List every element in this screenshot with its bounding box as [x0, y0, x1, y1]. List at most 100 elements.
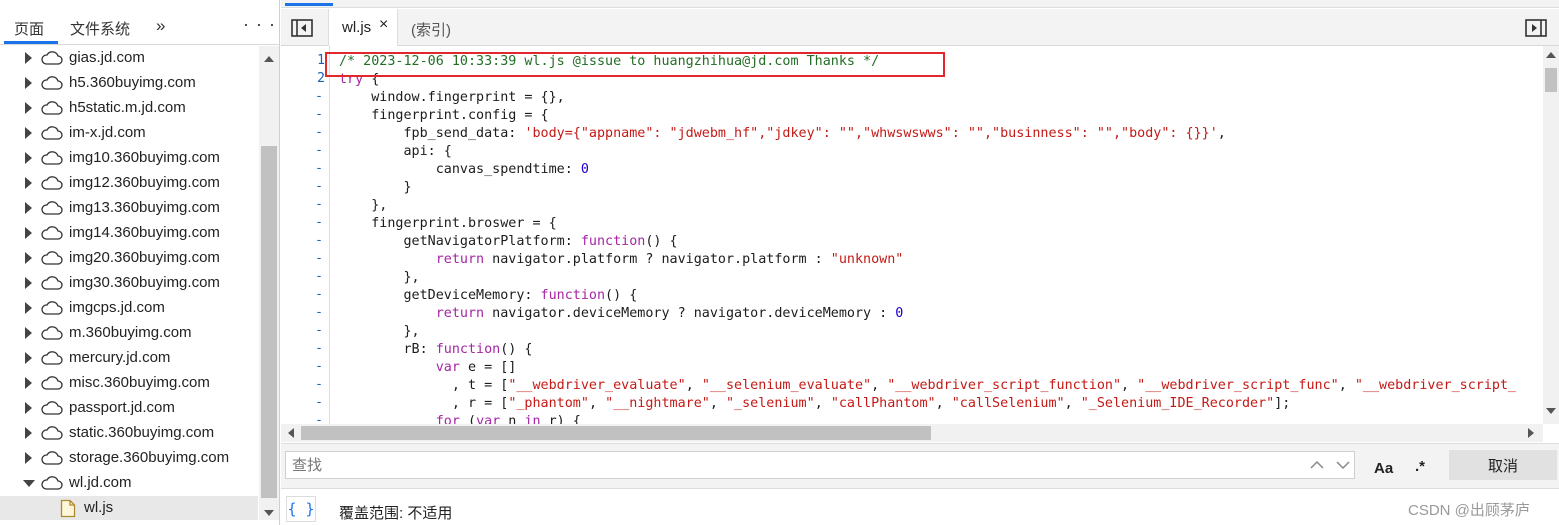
scrollbar-thumb[interactable] [301, 426, 931, 440]
line-marker: - [315, 197, 323, 212]
editor-vertical-scrollbar[interactable] [1543, 46, 1559, 424]
tree-item-label: h5.360buyimg.com [69, 74, 196, 91]
tree-item-domain[interactable]: static.360buyimg.com [0, 421, 258, 446]
cancel-button[interactable]: 取消 [1449, 450, 1557, 480]
search-bar: Aa .* 取消 [281, 443, 1559, 489]
collapsed-arrow-icon[interactable] [25, 77, 32, 89]
code-line: api: { [339, 144, 452, 159]
line-marker: - [315, 161, 323, 176]
collapsed-arrow-icon[interactable] [25, 427, 32, 439]
collapsed-arrow-icon[interactable] [25, 277, 32, 289]
line-marker: - [315, 107, 323, 122]
tree-item-domain[interactable]: storage.360buyimg.com [0, 446, 258, 471]
annotation-highlight-box [325, 52, 945, 77]
collapsed-arrow-icon[interactable] [25, 227, 32, 239]
cloud-icon [41, 450, 63, 470]
collapsed-arrow-icon[interactable] [25, 152, 32, 164]
tree-item-domain[interactable]: img10.360buyimg.com [0, 146, 258, 171]
tree-item-domain[interactable]: passport.jd.com [0, 396, 258, 421]
tree-item-label: imgcps.jd.com [69, 299, 165, 316]
line-marker: - [315, 233, 323, 248]
line-marker: - [315, 287, 323, 302]
tab-index[interactable]: (索引) [411, 19, 451, 40]
tab-wl-js[interactable]: wl.js × [328, 9, 398, 46]
code-line: } [339, 180, 412, 195]
scroll-down-arrow-icon[interactable] [264, 510, 274, 516]
tree-item-domain[interactable]: img13.360buyimg.com [0, 196, 258, 221]
code-line: , t = ["__webdriver_evaluate", "__seleni… [339, 378, 1517, 393]
code-line: }, [339, 198, 388, 213]
collapsed-arrow-icon[interactable] [25, 302, 32, 314]
line-marker: - [315, 215, 323, 230]
tree-item-domain[interactable]: imgcps.jd.com [0, 296, 258, 321]
collapsed-arrow-icon[interactable] [25, 177, 32, 189]
collapsed-arrow-icon[interactable] [25, 52, 32, 64]
scroll-up-arrow-icon[interactable] [264, 56, 274, 62]
tree-item-domain[interactable]: img30.360buyimg.com [0, 271, 258, 296]
pretty-print-button[interactable]: { } [286, 496, 316, 522]
code-editor[interactable]: 1 2 - - - - - - - - - - - - - - - - - - - /* 2023-12-06 10… [281, 46, 1543, 424]
match-case-button[interactable]: Aa [1374, 460, 1393, 477]
cloud-icon [41, 225, 63, 245]
scrollbar-thumb[interactable] [1545, 68, 1557, 92]
tree-item-label: static.360buyimg.com [69, 424, 215, 441]
code-line: }, [339, 270, 420, 285]
active-tab-indicator [4, 41, 58, 44]
more-tabs-chevron-icon[interactable]: » [156, 16, 165, 36]
line-marker: - [315, 305, 323, 320]
search-previous-icon[interactable] [1307, 458, 1327, 472]
toggle-debugger-icon[interactable] [1525, 19, 1547, 37]
more-menu-icon[interactable]: · · · [243, 14, 276, 35]
close-icon[interactable]: × [379, 16, 388, 34]
collapsed-arrow-icon[interactable] [25, 127, 32, 139]
tree-item-domain[interactable]: h5.360buyimg.com [0, 71, 258, 96]
tree-item-domain[interactable]: h5static.m.jd.com [0, 96, 258, 121]
collapsed-arrow-icon[interactable] [25, 402, 32, 414]
toggle-navigator-icon[interactable] [291, 19, 313, 37]
tree-item-domain[interactable]: img20.360buyimg.com [0, 246, 258, 271]
tree-item-label: img30.360buyimg.com [69, 274, 220, 291]
scroll-right-arrow-icon[interactable] [1528, 428, 1534, 438]
code-line: return navigator.deviceMemory ? navigato… [435, 306, 904, 321]
code-line: fpb_send_data: 'body={"appname": "jdwebm… [339, 126, 1226, 141]
editor-horizontal-scrollbar[interactable] [281, 424, 1543, 442]
navigator-panel: 页面 文件系统 » · · · gias.jd.com h5.360buyimg.… [0, 0, 280, 525]
code-line: }, [339, 324, 420, 339]
tree-item-label: img10.360buyimg.com [69, 149, 220, 166]
tree-item-file[interactable]: wl.js [0, 496, 258, 520]
scrollbar-thumb[interactable] [261, 146, 277, 498]
editor-panel: wl.js × (索引) 1 2 - - - - - - - - - - - - - - - - - - - /* … [281, 0, 1559, 525]
scroll-up-arrow-icon[interactable] [1546, 52, 1556, 58]
search-input[interactable] [285, 451, 1355, 479]
tree-item-domain[interactable]: misc.360buyimg.com [0, 371, 258, 396]
scroll-down-arrow-icon[interactable] [1546, 408, 1556, 414]
line-marker: - [315, 341, 323, 356]
cloud-icon [41, 425, 63, 445]
tree-scrollbar[interactable] [259, 46, 279, 520]
collapsed-arrow-icon[interactable] [25, 252, 32, 264]
line-marker: - [315, 143, 323, 158]
tree-item-domain[interactable]: im-x.jd.com [0, 121, 258, 146]
tab-filesystem[interactable]: 文件系统 [70, 18, 130, 39]
collapsed-arrow-icon[interactable] [25, 452, 32, 464]
tree-item-label: misc.360buyimg.com [69, 374, 210, 391]
cloud-icon [41, 125, 63, 145]
regex-button[interactable]: .* [1415, 458, 1425, 475]
cloud-icon [41, 300, 63, 320]
collapsed-arrow-icon[interactable] [25, 202, 32, 214]
tree-item-domain[interactable]: img14.360buyimg.com [0, 221, 258, 246]
expanded-arrow-icon[interactable] [23, 480, 35, 487]
tree-item-domain[interactable]: img12.360buyimg.com [0, 171, 258, 196]
tree-item-domain[interactable]: wl.jd.com [0, 471, 258, 496]
scroll-left-arrow-icon[interactable] [288, 428, 294, 438]
tab-pages[interactable]: 页面 [14, 18, 44, 39]
search-next-icon[interactable] [1333, 458, 1353, 472]
collapsed-arrow-icon[interactable] [25, 352, 32, 364]
collapsed-arrow-icon[interactable] [25, 102, 32, 114]
tree-item-domain[interactable]: m.360buyimg.com [0, 321, 258, 346]
tree-item-domain[interactable]: mercury.jd.com [0, 346, 258, 371]
collapsed-arrow-icon[interactable] [25, 327, 32, 339]
tree-item-domain[interactable]: gias.jd.com [0, 46, 258, 71]
collapsed-arrow-icon[interactable] [25, 377, 32, 389]
code-content[interactable]: /* 2023-12-06 10:33:39 wl.js @issue to h… [339, 46, 1543, 424]
